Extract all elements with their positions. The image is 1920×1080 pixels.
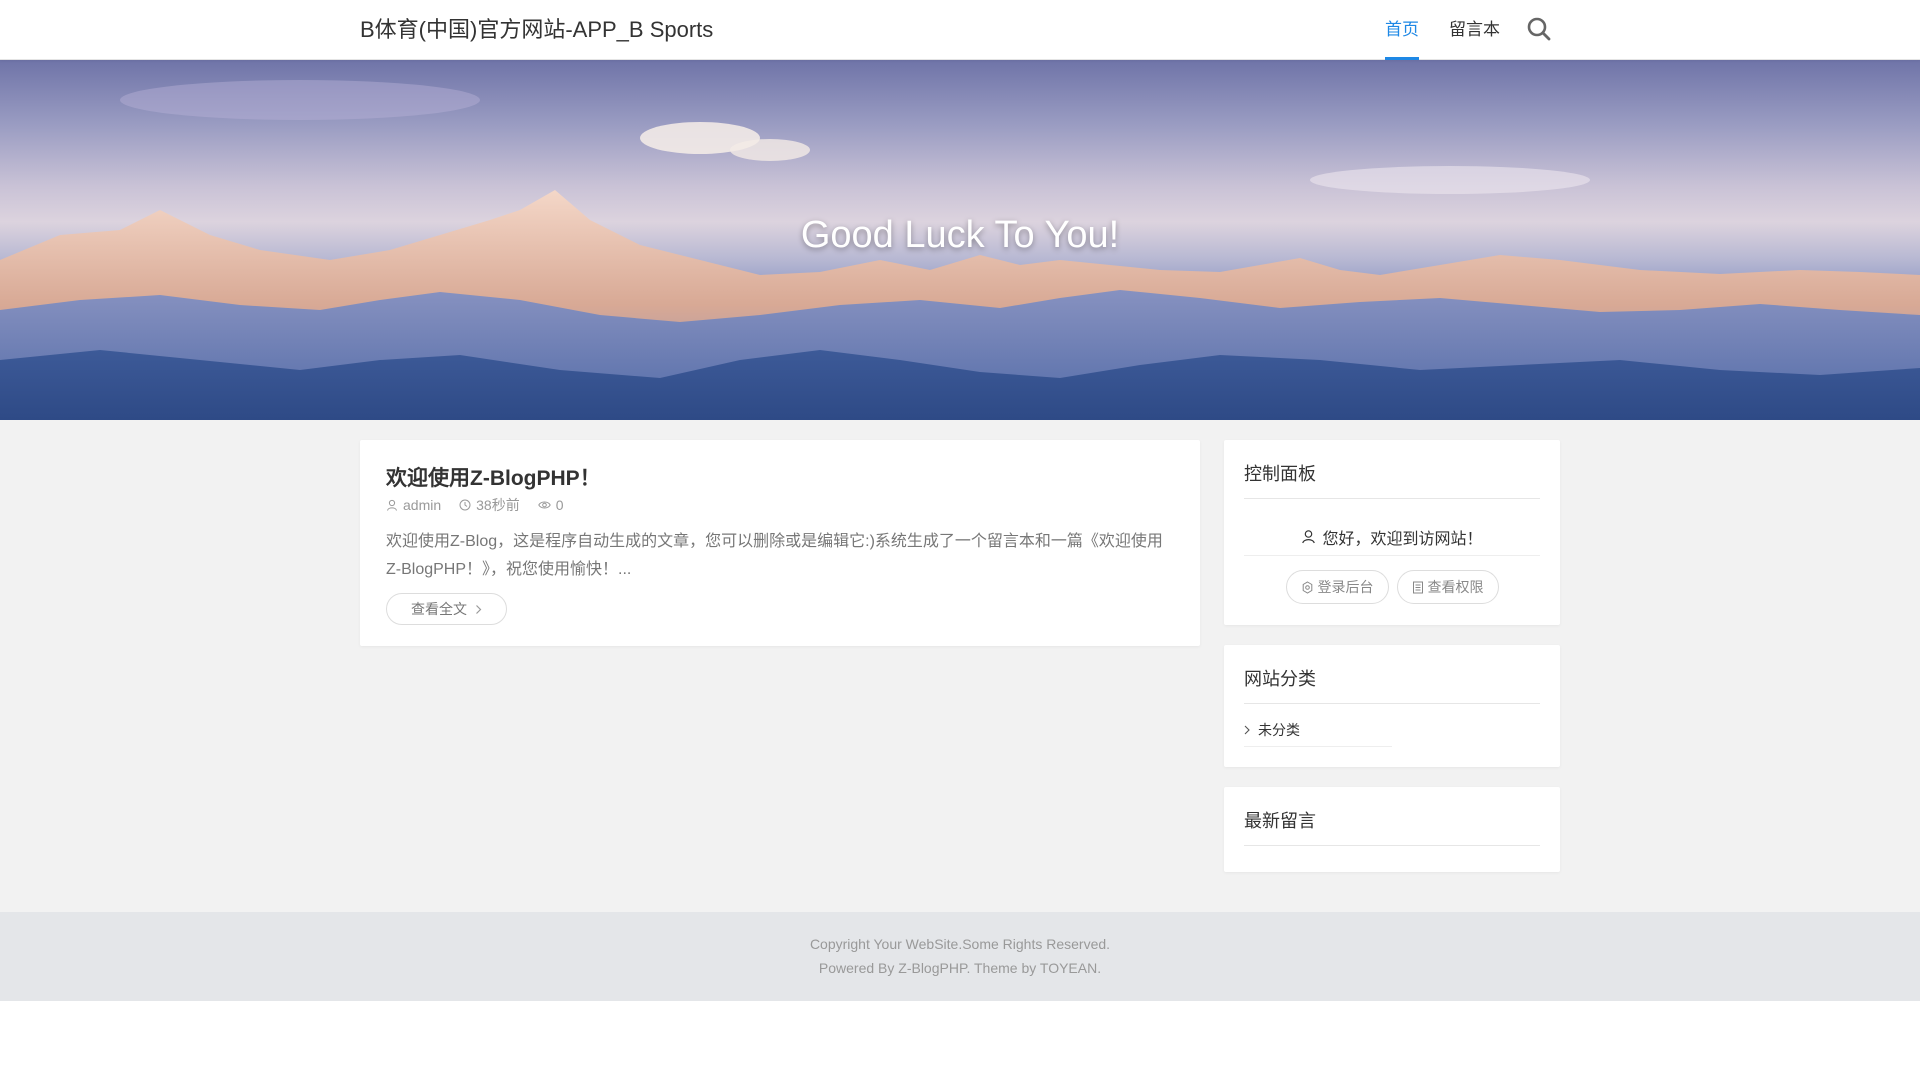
footer-powered-by[interactable]: Powered By Z-BlogPHP. Theme by TOYEAN. [0,960,1920,976]
post-meta: admin 38秒前 0 [386,495,582,515]
read-more-label: 查看全文 [411,601,467,617]
post-time: 38秒前 [459,495,520,515]
user-icon [1302,530,1316,544]
document-icon [1412,581,1423,593]
main-nav: 首页 留言本 [1385,0,1530,60]
post-author[interactable]: admin [386,497,441,513]
post-excerpt: 欢迎使用Z-Blog，这是程序自动生成的文章，您可以删除或是编辑它:)系统生成了… [386,533,1163,578]
chevron-right-icon [476,604,482,614]
widget-title-categories: 网站分类 [1244,665,1540,704]
site-title[interactable]: B体育(中国)官方网站-APP_B Sports [360,15,713,45]
categories-widget: 网站分类 未分类 [1224,645,1560,767]
widget-title-latest-comments: 最新留言 [1244,807,1540,846]
site-header: B体育(中国)官方网站-APP_B Sports 首页 留言本 [0,0,1920,60]
page-bottom-space [0,1001,1920,1080]
gear-icon [1302,580,1312,594]
view-permission-label: 查看权限 [1427,579,1484,595]
post-views-count: 0 [555,497,564,513]
welcome-message: 您好，欢迎到访网站！ [1244,518,1540,556]
latest-comments-widget: 最新留言 [1224,787,1560,872]
nav-item-home[interactable]: 首页 [1385,0,1419,60]
login-admin-label: 登录后台 [1317,579,1374,595]
category-item-uncategorized[interactable]: 未分类 [1244,713,1392,747]
banner-slogan: Good Luck To You! [800,214,1120,256]
clock-icon [459,499,471,511]
panel-buttons: 登录后台 查看权限 [1244,570,1540,604]
category-label: 未分类 [1258,721,1300,738]
hero-banner: Good Luck To You! [0,60,1920,420]
eye-icon [537,501,551,509]
post-views: 0 [537,497,564,513]
login-admin-button[interactable]: 登录后台 [1285,570,1389,604]
footer-copyright: Copyright Your WebSite.Some Rights Reser… [809,936,1111,952]
view-permission-button[interactable]: 查看权限 [1396,570,1499,604]
read-more-button[interactable]: 查看全文 [386,593,507,625]
site-footer: Copyright Your WebSite.Some Rights Reser… [0,912,1920,1001]
control-panel-widget: 控制面板 您好，欢迎到访网站！ 登录后台 查看权限 [1224,440,1560,625]
post-title[interactable]: 欢迎使用Z-BlogPHP！ [386,462,601,492]
search-icon[interactable] [1526,16,1552,42]
post-author-name: admin [403,497,442,513]
post-time-text: 38秒前 [476,497,520,513]
welcome-text: 您好，欢迎到访网站！ [1322,530,1483,548]
chevron-right-icon [1244,725,1250,734]
post-card: 欢迎使用Z-BlogPHP！ admin 38秒前 0 欢迎使用Z-Blog，这… [360,440,1200,646]
nav-item-guestbook[interactable]: 留言本 [1449,0,1500,60]
widget-title-control-panel: 控制面板 [1244,460,1540,499]
user-icon [387,499,397,511]
